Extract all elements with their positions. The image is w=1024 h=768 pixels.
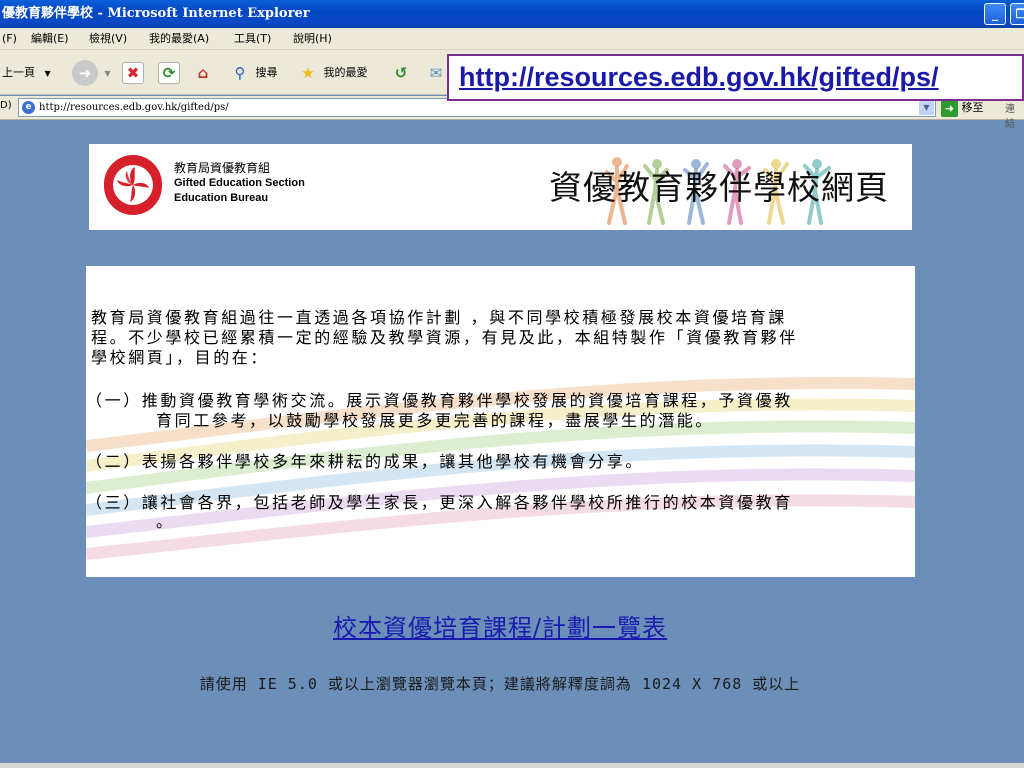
stop-icon: ✖ [122,62,144,84]
window-titlebar: 優教育夥伴學校 - Microsoft Internet Explorer _ … [0,0,1024,28]
hk-emblem-logo [104,155,162,215]
minimize-icon[interactable]: _ [984,3,1006,25]
menu-help[interactable]: 說明(H) [293,28,332,50]
status-bar [0,763,1024,768]
mail-button[interactable]: ✉ [426,59,446,87]
programme-list-link[interactable]: 校本資優培育課程/計劃一覽表 [0,608,1000,643]
star-icon: ★ [301,64,315,82]
forward-arrow-icon: ➜ [72,60,98,86]
url-callout: http://resources.edb.gov.hk/gifted/ps/ [447,54,1024,101]
address-label: D) [0,100,12,111]
header-banner: 教育局資優教育組 Gifted Education Section Educat… [89,144,912,230]
search-icon: ⚲ [234,64,246,82]
menu-edit[interactable]: 編輯(E) [31,28,69,50]
url-callout-link[interactable]: http://resources.edb.gov.hk/gifted/ps/ [459,62,939,93]
objective-3-line-2: 。 [156,512,175,531]
favorites-button[interactable]: ★ 我的最愛 [296,59,368,87]
refresh-button[interactable]: ⟳ [158,59,180,87]
back-label: 上一頁 [2,66,35,79]
go-label: 移至 [961,101,984,114]
forward-button[interactable]: ➜ ▼ [72,59,111,87]
objective-2: （二）表揚各夥伴學校多年來耕耘的成果，讓其他學校有機會分享。 [86,452,645,471]
home-button[interactable]: ⌂ [190,59,216,87]
search-button[interactable]: ⚲ 搜尋 [228,59,278,87]
intro-line-1: 教育局資優教育組過往一直透過各項協作計劃 ，與不同學校積極發展校本資優培育課 [91,308,787,327]
history-button[interactable]: ↺ [388,59,414,87]
bureau-text: 教育局資優教育組 Gifted Education Section Educat… [174,161,305,206]
home-icon: ⌂ [197,64,209,82]
intro-panel: 教育局資優教育組過往一直透過各項協作計劃 ，與不同學校積極發展校本資優培育課 程… [86,266,915,577]
bureau-name-en: Gifted Education Section [174,177,305,189]
back-button[interactable]: 上一頁 ▼ [2,59,51,87]
menu-favorites[interactable]: 我的最愛(A) [149,28,209,50]
menu-view[interactable]: 檢視(V) [89,28,127,50]
menu-tools[interactable]: 工具(T) [234,28,271,50]
chevron-down-icon[interactable]: ▼ [45,69,51,78]
chevron-down-icon[interactable]: ▼ [919,100,934,115]
favorites-label: 我的最愛 [323,66,368,79]
intro-line-3: 學校網頁」，目的在： [91,348,270,367]
bureau-parent-en: Education Bureau [174,192,269,204]
ie-page-icon: e [22,101,35,114]
menu-file[interactable]: (F) [2,28,17,50]
stop-button[interactable]: ✖ [122,59,144,87]
objective-1-line-2: 育同工參考，以鼓勵學校發展更多更完善的課程，盡展學生的潛能。 [156,411,715,430]
restore-icon[interactable]: ❐ [1010,3,1024,25]
browser-requirement-note: 請使用 IE 5.0 或以上瀏覽器瀏覽本頁；建議將解釋度調為 1024 X 76… [199,675,801,693]
menu-bar: (F) 編輯(E) 檢視(V) 我的最愛(A) 工具(T) 說明(H) [0,28,1024,50]
objective-1-line-1: （一）推動資優教育學術交流。展示資優教育夥伴學校發展的資優培育課程，予資優教 [86,391,793,410]
go-arrow-icon: ➜ [941,99,958,117]
intro-line-2: 程。不少學校已經累積一定的經驗及教學資源，有見及此，本組特製作「資優教育夥伴 [91,328,798,347]
address-url: http://resources.edb.gov.hk/gifted/ps/ [39,102,229,113]
refresh-icon: ⟳ [158,62,180,84]
chevron-down-icon[interactable]: ▼ [105,69,111,78]
bureau-name-zh: 教育局資優教育組 [174,161,271,175]
history-icon: ↺ [394,64,408,82]
objective-3-line-1: （三）讓社會各界，包括老師及學生家長，更深入解各夥伴學校所推行的校本資優教育 [86,493,793,512]
mail-icon: ✉ [429,64,443,82]
links-label[interactable]: 連結 [1005,100,1024,130]
window-title: 優教育夥伴學校 - Microsoft Internet Explorer [2,6,310,21]
search-label: 搜尋 [255,66,278,79]
page-title: 資優教育夥伴學校網頁 [549,168,889,207]
